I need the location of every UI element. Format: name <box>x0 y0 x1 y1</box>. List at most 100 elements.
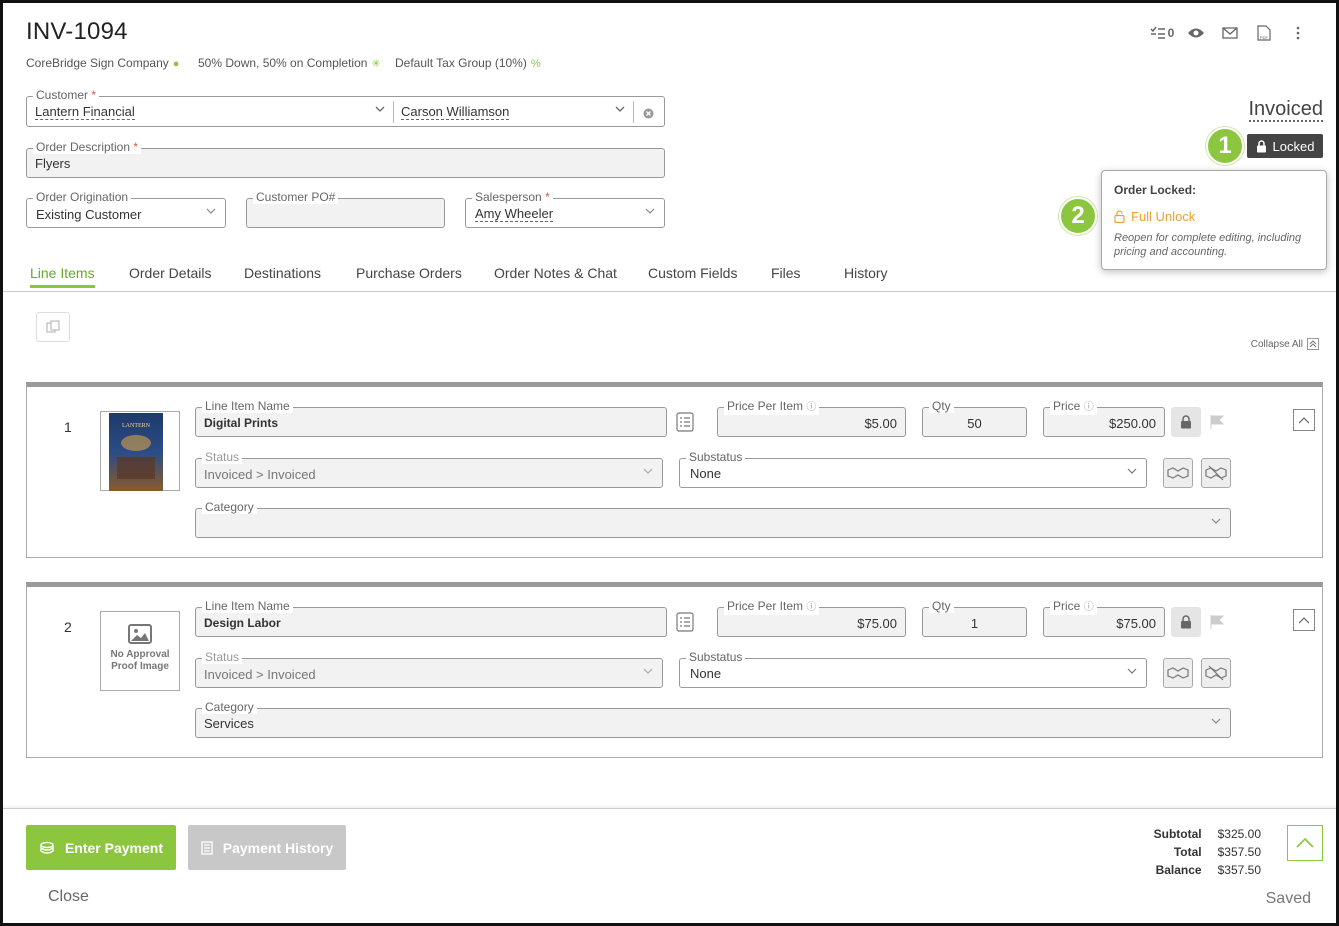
price-per-item-label: Price Per Item ⓘ <box>724 399 820 415</box>
category-select[interactable]: Category Services <box>195 700 1231 738</box>
no-handshake-button[interactable] <box>1201 458 1231 488</box>
help-icon: ⓘ <box>806 402 817 413</box>
divider <box>393 101 394 123</box>
email-button[interactable] <box>1213 22 1247 44</box>
collapse-line-item-button[interactable] <box>1293 609 1315 631</box>
tax-group[interactable]: Default Tax Group (10%)% <box>395 56 541 70</box>
price-field: Price ⓘ $250.00 <box>1043 399 1165 437</box>
chevron-down-icon <box>1210 715 1222 727</box>
chevron-down-icon[interactable] <box>614 103 626 115</box>
divider <box>633 101 634 123</box>
tab-files[interactable]: Files <box>771 265 801 281</box>
qty-value: 1 <box>970 616 979 631</box>
qty-label: Qty <box>929 399 954 413</box>
substatus-label: Substatus <box>686 650 746 664</box>
copy-icon <box>46 320 60 333</box>
price-lock-button[interactable] <box>1171 607 1201 637</box>
customer-po-field[interactable]: Customer PO# <box>246 190 445 228</box>
enter-payment-button[interactable]: Enter Payment <box>26 825 176 870</box>
envelope-icon <box>1222 27 1238 39</box>
expand-footer-button[interactable] <box>1287 825 1323 861</box>
handshake-button[interactable] <box>1163 458 1193 488</box>
order-origination-label: Order Origination <box>33 190 132 204</box>
handshake-button[interactable] <box>1163 658 1193 688</box>
clear-contact-icon[interactable] <box>643 106 654 124</box>
order-description-value: Flyers <box>35 156 71 171</box>
line-item-number: 1 <box>64 419 72 435</box>
price-per-item-field: Price Per Item ⓘ $5.00 <box>717 399 906 437</box>
chevron-down-icon[interactable] <box>374 103 386 115</box>
popover-description: Reopen for complete editing, including p… <box>1114 232 1302 258</box>
customer-select[interactable]: Lantern Financial <box>35 105 135 120</box>
substatus-value: None <box>690 466 722 481</box>
substatus-select[interactable]: Substatus None <box>679 450 1147 488</box>
line-item-name-field[interactable]: Line Item Name Digital Prints <box>195 399 667 437</box>
full-unlock-link[interactable]: Full Unlock <box>1114 209 1195 224</box>
flag-icon[interactable] <box>1209 414 1225 430</box>
handshake-icon <box>1167 667 1189 679</box>
no-proof-image-text: No Approval Proof Image <box>110 649 170 672</box>
no-handshake-button[interactable] <box>1201 658 1231 688</box>
copy-line-items-button[interactable] <box>36 312 70 342</box>
substatus-select[interactable]: Substatus None <box>679 650 1147 688</box>
substatus-label: Substatus <box>686 450 746 464</box>
help-icon: ⓘ <box>1083 602 1094 613</box>
customer-field: Customer * Lantern Financial Carson Will… <box>26 88 665 127</box>
save-status: Saved <box>1265 890 1311 907</box>
price-value: $75.00 <box>1116 616 1156 631</box>
status-select[interactable]: Status Invoiced > Invoiced <box>195 450 663 488</box>
tab-history[interactable]: History <box>844 265 888 281</box>
tab-order-notes-chat[interactable]: Order Notes & Chat <box>494 265 617 281</box>
price-lock-button[interactable] <box>1171 407 1201 437</box>
payment-history-button[interactable]: Payment History <box>188 825 346 870</box>
tasks-button[interactable]: 0 <box>1145 22 1179 44</box>
more-menu-button[interactable] <box>1281 22 1315 44</box>
line-item-card-1: 1 LANTERN Line Item Name Digital Prints … <box>26 382 1323 558</box>
order-status-link[interactable]: Invoiced <box>1248 98 1323 122</box>
close-button[interactable]: Close <box>48 888 89 906</box>
checklist-icon <box>1150 26 1165 39</box>
notes-list-icon[interactable] <box>676 412 694 432</box>
payment-history-label: Payment History <box>222 839 334 856</box>
chevron-up-icon <box>1296 837 1314 848</box>
company-link[interactable]: CoreBridge Sign Company ● <box>26 56 179 70</box>
tab-line-items[interactable]: Line Items <box>30 265 95 288</box>
lock-icon <box>1181 415 1191 429</box>
tab-purchase-orders[interactable]: Purchase Orders <box>356 265 462 281</box>
notes-list-icon[interactable] <box>676 612 694 632</box>
kebab-icon <box>1296 26 1300 40</box>
qty-field: Qty 1 <box>922 599 1027 637</box>
status-label: Status <box>202 650 243 664</box>
price-per-item-label: Price Per Item ⓘ <box>724 599 820 615</box>
order-locked-popover: Order Locked: Full Unlock Reopen for com… <box>1101 170 1327 270</box>
locked-button[interactable]: Locked <box>1247 134 1323 158</box>
contact-select[interactable]: Carson Williamson <box>401 105 510 120</box>
tab-custom-fields[interactable]: Custom Fields <box>648 265 737 281</box>
category-select[interactable]: Category <box>195 500 1231 538</box>
status-select[interactable]: Status Invoiced > Invoiced <box>195 650 663 688</box>
status-label: Status <box>202 450 243 464</box>
collapse-line-item-button[interactable] <box>1293 409 1315 431</box>
line-item-name-field[interactable]: Line Item Name Design Labor <box>195 599 667 637</box>
pdf-button[interactable]: PDF <box>1247 22 1281 44</box>
chevron-up-icon <box>1298 617 1310 624</box>
tab-order-details[interactable]: Order Details <box>129 265 211 281</box>
order-description-label: Order Description * <box>33 140 142 154</box>
callout-badge-1: 1 <box>1206 127 1244 165</box>
line-item-thumbnail[interactable]: No Approval Proof Image <box>100 611 180 691</box>
customer-label: Customer * <box>33 88 100 102</box>
substatus-value: None <box>690 666 722 681</box>
tab-destinations[interactable]: Destinations <box>244 265 321 281</box>
order-origination-select[interactable]: Order Origination Existing Customer <box>26 190 226 228</box>
preview-button[interactable] <box>1179 22 1213 44</box>
collapse-all-button[interactable]: Collapse All <box>1251 338 1319 350</box>
line-item-number: 2 <box>64 619 72 635</box>
flag-icon[interactable] <box>1209 614 1225 630</box>
total-value: $357.50 <box>1217 845 1261 859</box>
line-item-thumbnail[interactable]: LANTERN <box>100 411 180 491</box>
payment-terms[interactable]: 50% Down, 50% on Completion ✳ <box>198 56 381 70</box>
eye-icon <box>1188 28 1204 38</box>
order-description-field[interactable]: Order Description * Flyers <box>26 140 665 178</box>
salesperson-select[interactable]: Salesperson * Amy Wheeler <box>465 190 665 228</box>
chevron-down-icon <box>644 205 656 217</box>
